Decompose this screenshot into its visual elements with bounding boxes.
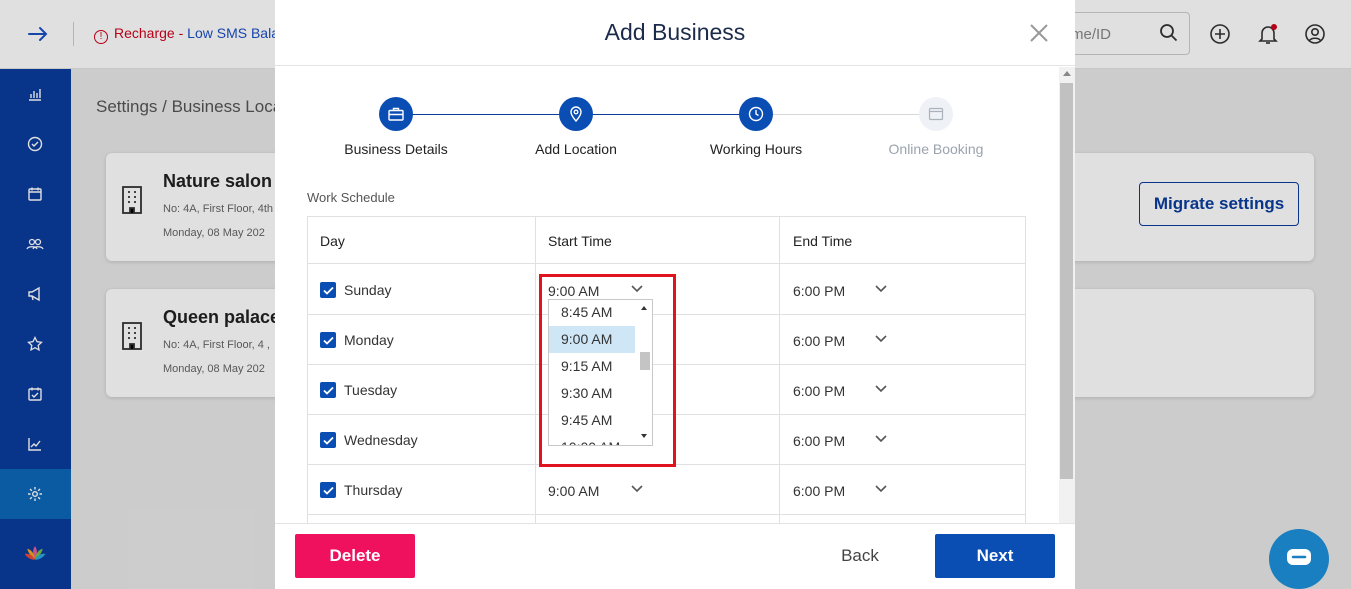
chevron-down-icon[interactable] bbox=[874, 384, 888, 394]
scroll-up-arrow-icon[interactable] bbox=[1063, 71, 1071, 76]
end-time-select[interactable]: 6:00 PM bbox=[793, 333, 845, 349]
step-online-booking[interactable] bbox=[919, 97, 953, 131]
end-time-select[interactable]: 6:00 PM bbox=[793, 283, 845, 299]
step-business-details[interactable] bbox=[379, 97, 413, 131]
end-time-select[interactable]: 6:00 PM bbox=[793, 483, 845, 499]
stepper-connector bbox=[396, 114, 576, 115]
stepper-connector bbox=[756, 114, 936, 115]
location-pin-icon bbox=[570, 106, 582, 122]
checkmark-icon bbox=[322, 336, 334, 345]
chat-widget-button[interactable] bbox=[1269, 529, 1329, 589]
checkmark-icon bbox=[322, 386, 334, 395]
modal-title: Add Business bbox=[604, 19, 746, 45]
back-button[interactable]: Back bbox=[819, 534, 901, 578]
end-time-select[interactable]: 6:00 PM bbox=[793, 383, 845, 399]
delete-button[interactable]: Delete bbox=[295, 534, 415, 578]
checkmark-icon bbox=[322, 486, 334, 495]
add-business-modal: Add Business Business Details Add Locati… bbox=[275, 0, 1075, 589]
chevron-down-icon[interactable] bbox=[630, 484, 644, 494]
end-time-select[interactable]: 6:00 PM bbox=[793, 433, 845, 449]
step-add-location[interactable] bbox=[559, 97, 593, 131]
step-label: Add Location bbox=[535, 141, 617, 157]
checkmark-icon bbox=[322, 286, 334, 295]
table-row: Thursday 9:00 AM 6:00 PM bbox=[308, 465, 1025, 515]
step-label: Business Details bbox=[344, 141, 448, 157]
day-name: Wednesday bbox=[344, 432, 418, 448]
day-name: Thursday bbox=[344, 482, 403, 498]
work-schedule-label: Work Schedule bbox=[307, 190, 395, 205]
close-icon[interactable] bbox=[1027, 21, 1051, 45]
column-header-end: End Time bbox=[793, 233, 853, 249]
day-checkbox[interactable] bbox=[320, 332, 336, 348]
modal-footer: Delete Back Next bbox=[275, 523, 1075, 589]
stepper-connector bbox=[576, 114, 756, 115]
step-working-hours[interactable] bbox=[739, 97, 773, 131]
chevron-down-icon[interactable] bbox=[874, 334, 888, 344]
day-checkbox[interactable] bbox=[320, 432, 336, 448]
chevron-down-icon[interactable] bbox=[874, 434, 888, 444]
column-header-start: Start Time bbox=[548, 233, 612, 249]
chat-bubble-icon bbox=[1287, 549, 1311, 565]
start-time-select[interactable]: 9:00 AM bbox=[548, 483, 599, 499]
clock-icon bbox=[748, 106, 764, 122]
chevron-down-icon[interactable] bbox=[874, 284, 888, 294]
step-label: Online Booking bbox=[888, 141, 984, 157]
annotation-highlight-box bbox=[539, 274, 676, 467]
column-header-day: Day bbox=[320, 233, 345, 249]
modal-scrollbar[interactable] bbox=[1059, 67, 1075, 523]
day-checkbox[interactable] bbox=[320, 382, 336, 398]
calendar-icon bbox=[928, 107, 944, 121]
scrollbar-thumb[interactable] bbox=[1060, 83, 1073, 479]
next-button[interactable]: Next bbox=[935, 534, 1055, 578]
day-name: Sunday bbox=[344, 282, 392, 298]
chevron-down-icon[interactable] bbox=[874, 484, 888, 494]
day-name: Monday bbox=[344, 332, 394, 348]
checkmark-icon bbox=[322, 436, 334, 445]
table-header: Day Start Time End Time bbox=[308, 217, 1025, 264]
day-checkbox[interactable] bbox=[320, 282, 336, 298]
step-label: Working Hours bbox=[709, 141, 803, 157]
day-checkbox[interactable] bbox=[320, 482, 336, 498]
briefcase-icon bbox=[388, 107, 404, 121]
modal-header: Add Business bbox=[275, 0, 1075, 66]
day-name: Tuesday bbox=[344, 382, 398, 398]
